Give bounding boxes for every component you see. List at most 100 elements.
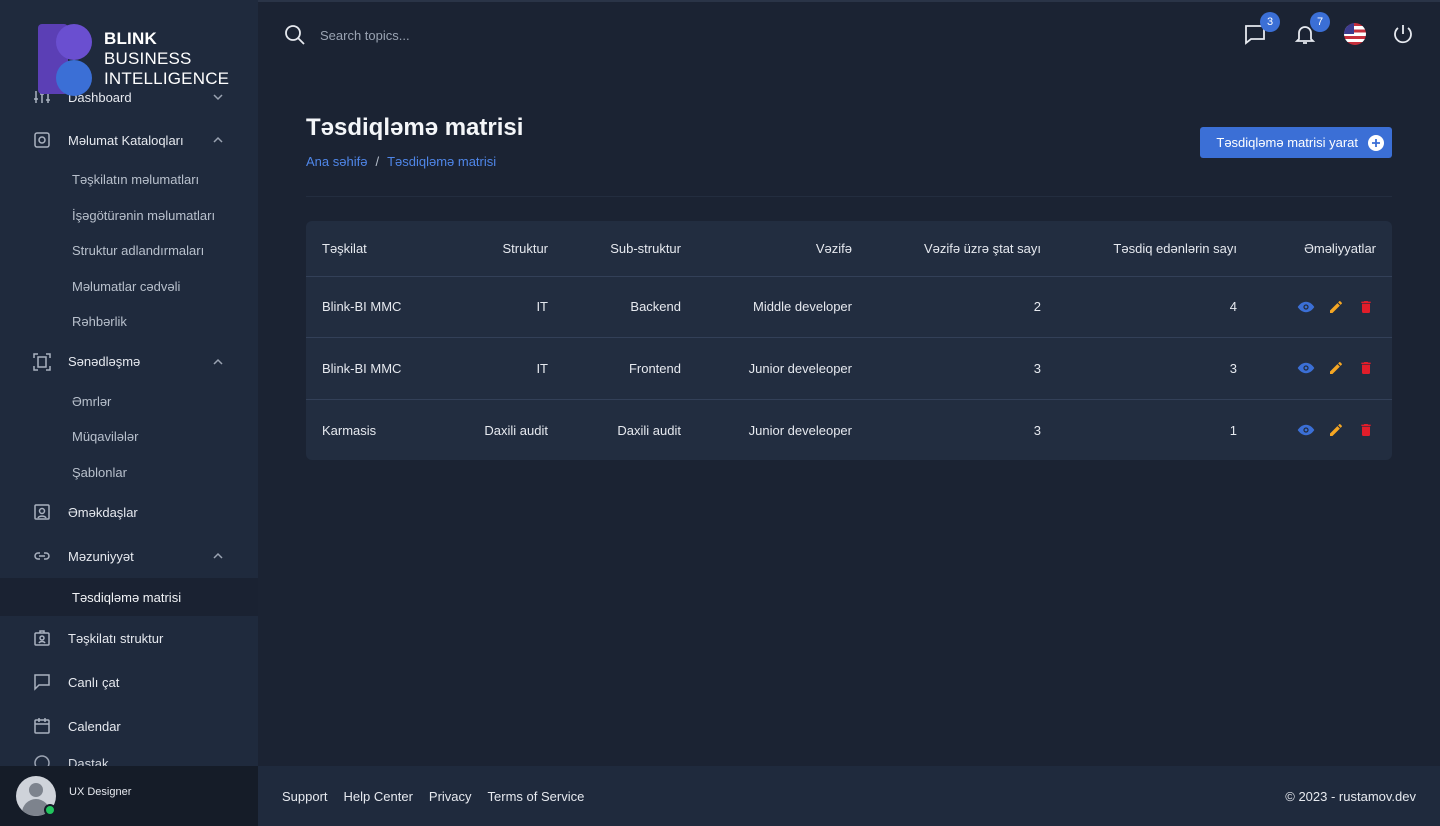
sidebar-item-catalogs[interactable]: Məlumat Kataloqları (0, 118, 258, 162)
messages-badge: 3 (1260, 12, 1280, 32)
cell-actions (1253, 276, 1392, 338)
cell-position: Middle developer (697, 276, 868, 338)
column-header[interactable]: Təşkilat (306, 221, 438, 277)
brand-line-3: INTELLIGENCE (104, 69, 230, 88)
table-row: Blink-BI MMC IT Backend Middle developer… (306, 276, 1392, 338)
messages-button[interactable]: 3 (1242, 12, 1280, 48)
calendar-icon (32, 716, 52, 736)
cell-organization: Blink-BI MMC (306, 337, 438, 400)
sidebar-item-structure[interactable]: Təşkilatı struktur (0, 616, 258, 660)
cell-structure: Daxili audit (484, 422, 548, 438)
sidebar-subitem-active[interactable]: Təsdiqləmə matrisi (0, 578, 258, 616)
column-header[interactable]: Struktur (438, 221, 564, 277)
cell-organization: Blink-BI MMC (306, 276, 438, 338)
breadcrumb-current: Təsdiqləmə matrisi (387, 154, 497, 169)
breadcrumb-home-link[interactable]: Ana səhifə (306, 154, 367, 169)
us-flag-icon (1344, 23, 1366, 45)
footer-link-privacy[interactable]: Privacy (429, 789, 472, 804)
id-badge-icon (32, 628, 52, 648)
sidebar-subitem[interactable]: Müqavilələr (0, 419, 258, 455)
chevron-up-icon (213, 358, 223, 365)
plus-circle-icon (1368, 134, 1384, 151)
cell-actions (1253, 399, 1392, 460)
divider (306, 196, 1392, 197)
cell-organization: Karmasis (322, 422, 377, 438)
sidebar-subitem[interactable]: Təşkilatın məlumatları (0, 162, 258, 198)
page-title: Təsdiqləmə matrisi (306, 114, 524, 141)
cell-sub-structure: Backend (564, 276, 697, 338)
notifications-badge: 7 (1310, 12, 1330, 32)
sidebar-item-label: Əməkdaşlar (68, 504, 138, 520)
table-row: Karmasis Daxili audit Daxili audit Junio… (306, 399, 1392, 460)
edit-icon[interactable] (1326, 358, 1346, 378)
create-button-label: Təsdiqləmə matrisi yarat (1216, 135, 1358, 150)
column-header: Əməliyyatlar (1253, 221, 1392, 277)
notifications-button[interactable]: 7 (1292, 12, 1330, 48)
settings-box-icon (32, 130, 52, 150)
column-header[interactable]: Vəzifə (697, 221, 868, 277)
sidebar-item-calendar[interactable]: Calendar (0, 704, 258, 748)
sidebar-subitem[interactable]: Şablonlar (0, 455, 258, 491)
cell-approver-count: 4 (1057, 276, 1253, 338)
cell-position: Junior develeoper (748, 422, 852, 438)
copyright: © 2023 - rustamov.dev (1285, 788, 1416, 804)
edit-icon[interactable] (1326, 297, 1346, 317)
sidebar-item-label: Məlumat Kataloqları (68, 132, 184, 148)
table-row: Blink-BI MMC IT Frontend Junior develeop… (306, 337, 1392, 400)
sidebar-subitem[interactable]: Struktur adlandırmaları (0, 233, 258, 269)
footer-link-help-center[interactable]: Help Center (344, 789, 413, 804)
chat-icon (32, 672, 52, 692)
brand-line-1: BLINK (104, 29, 157, 48)
view-icon[interactable] (1296, 420, 1316, 440)
column-header[interactable]: Təsdiq edənlərin sayı (1057, 221, 1253, 277)
footer-link-terms[interactable]: Terms of Service (488, 789, 585, 804)
logout-button[interactable] (1390, 20, 1416, 48)
sidebar-subitem[interactable]: Rəhbərlik (0, 304, 258, 340)
language-selector[interactable] (1342, 20, 1368, 48)
sidebar-item-leave[interactable]: Məzuniyyət (0, 534, 258, 578)
column-header[interactable]: Vəzifə üzrə ştat sayı (868, 221, 1057, 277)
power-icon (1394, 25, 1412, 44)
sidebar-item-employees[interactable]: Əməkdaşlar (0, 490, 258, 534)
matrix-table-card: Təşkilat Struktur Sub-struktur Vəzifə Və… (306, 221, 1392, 460)
view-icon[interactable] (1296, 297, 1316, 317)
logo-mark-icon (38, 22, 94, 96)
online-status-icon (44, 804, 56, 816)
footer: Support Help Center Privacy Terms of Ser… (258, 766, 1440, 826)
table-header-row: Təşkilat Struktur Sub-struktur Vəzifə Və… (306, 221, 1392, 277)
brand-line-2: BUSINESS (104, 49, 192, 68)
topbar: 3 7 (258, 0, 1440, 68)
search-input[interactable] (320, 27, 620, 43)
footer-link-support[interactable]: Support (282, 789, 328, 804)
sidebar-subitem[interactable]: Məlumatlar cədvəli (0, 269, 258, 305)
sidebar-item-label: Təşkilatı struktur (68, 630, 164, 646)
column-header[interactable]: Sub-struktur (564, 221, 697, 277)
sidebar-subitem[interactable]: İşəgötürənin məlumatları (0, 198, 258, 234)
sidebar-nav: Dashboard Məlumat Kataloqları Təşkilatın… (0, 82, 258, 778)
sidebar-subitem[interactable]: Əmrlər (0, 384, 258, 420)
search-icon (285, 25, 305, 45)
brand-name: BLINK BUSINESS INTELLIGENCE (104, 29, 229, 89)
edit-icon[interactable] (1326, 420, 1346, 440)
matrix-table: Təşkilat Struktur Sub-struktur Vəzifə Və… (306, 221, 1392, 460)
user-profile[interactable]: UX Designer (0, 766, 258, 826)
breadcrumb: Ana səhifə / Təsdiqləmə matrisi (306, 154, 496, 169)
sidebar-item-label: Calendar (68, 718, 121, 734)
cell-staff-count: 3 (868, 337, 1057, 400)
user-name: UX Designer (69, 786, 132, 798)
chevron-up-icon (213, 136, 223, 143)
sidebar-item-chat[interactable]: Canlı çat (0, 660, 258, 704)
sidebar-item-label: Məzuniyyət (68, 548, 134, 564)
person-card-icon (32, 502, 52, 522)
topbar-actions: 3 7 (1220, 12, 1416, 48)
view-icon[interactable] (1296, 358, 1316, 378)
search-bar (284, 24, 620, 46)
cell-sub-structure: Frontend (564, 337, 697, 400)
create-matrix-button[interactable]: Təsdiqləmə matrisi yarat (1200, 127, 1392, 158)
brand-logo[interactable]: BLINK BUSINESS INTELLIGENCE (38, 20, 238, 98)
delete-icon[interactable] (1356, 297, 1376, 317)
sidebar-item-docs[interactable]: Sənədləşmə (0, 340, 258, 384)
delete-icon[interactable] (1356, 420, 1376, 440)
delete-icon[interactable] (1356, 358, 1376, 378)
cell-structure: IT (438, 337, 564, 400)
